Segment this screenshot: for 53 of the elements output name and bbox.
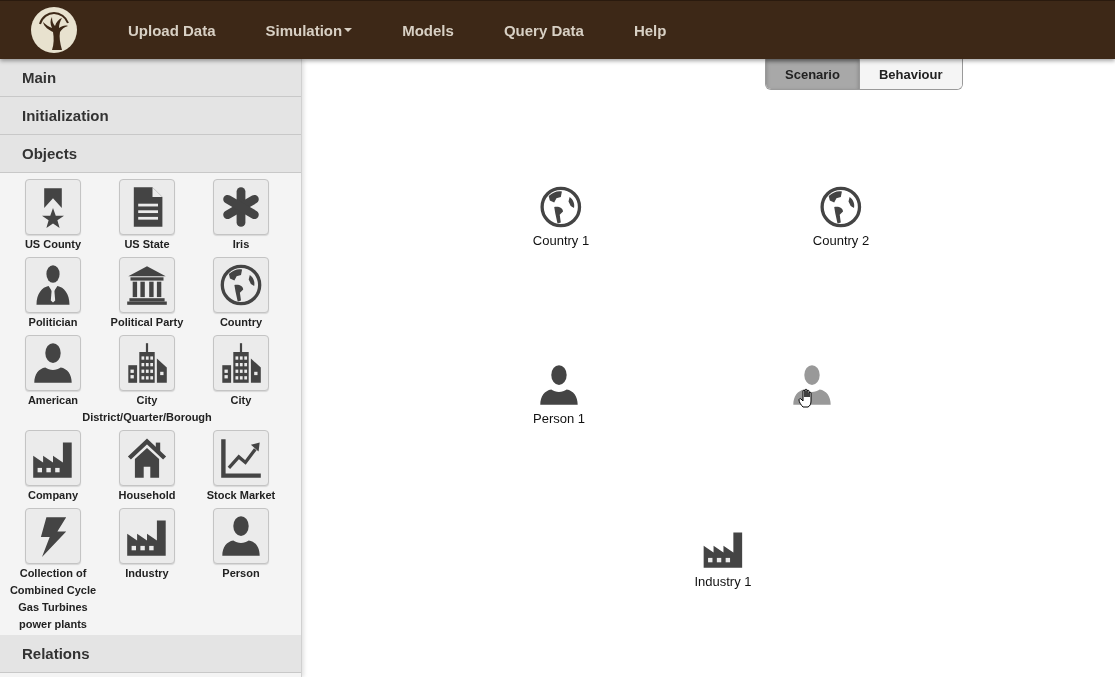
person-icon: [219, 514, 263, 558]
section-header[interactable]: Relations: [0, 635, 301, 673]
object-label: Industry: [125, 566, 169, 581]
object-label: US County: [24, 237, 82, 252]
node-label: Country 2: [812, 233, 870, 248]
nav-link[interactable]: Simulation: [265, 21, 353, 39]
section-header[interactable]: Initialization: [0, 97, 301, 135]
object-tile[interactable]: [25, 508, 81, 564]
section-header[interactable]: Objects: [0, 135, 301, 173]
object-tile[interactable]: [25, 257, 81, 313]
object-tile[interactable]: [119, 335, 175, 391]
object-label: Person: [222, 566, 260, 581]
nav-link[interactable]: Query Data: [503, 21, 584, 39]
object-tile[interactable]: [213, 179, 269, 235]
object-tile[interactable]: [213, 257, 269, 313]
node-label: Country 1: [532, 233, 590, 248]
tree-logo[interactable]: [30, 6, 78, 54]
object-tile[interactable]: [213, 430, 269, 486]
tab[interactable]: Behaviour: [858, 59, 962, 89]
object-label: US State: [124, 237, 170, 252]
object-label: Household: [118, 488, 176, 503]
person-icon: [31, 341, 75, 385]
object-tile[interactable]: [25, 179, 81, 235]
object-label: American: [27, 393, 79, 408]
object-tile[interactable]: [119, 508, 175, 564]
tab[interactable]: Scenario: [766, 59, 859, 89]
object-tile[interactable]: [25, 335, 81, 391]
object-label: Iris: [232, 237, 250, 252]
object-label: Politician: [28, 315, 78, 330]
globe-icon: [219, 263, 263, 307]
node-label: Person 1: [533, 411, 585, 426]
nav-link[interactable]: Models: [402, 21, 454, 39]
object-tile[interactable]: [119, 257, 175, 313]
object-label: Stock Market: [206, 488, 276, 503]
section-header[interactable]: Main: [0, 59, 301, 97]
object-label: City District/Quarter/Borough: [82, 393, 212, 425]
nav-link[interactable]: Help: [633, 21, 667, 39]
object-label: Country: [219, 315, 263, 330]
object-tile[interactable]: [213, 508, 269, 564]
object-tile[interactable]: [119, 430, 175, 486]
object-label: Collection of Combined Cycle Gas Turbines power plants: [8, 566, 98, 632]
object-label: Political Party: [110, 315, 184, 330]
object-tile[interactable]: [213, 335, 269, 391]
node-label: Industry 1: [694, 574, 752, 589]
house-icon: [125, 436, 169, 480]
object-tile[interactable]: [25, 430, 81, 486]
line-chart-icon: [219, 436, 263, 480]
object-label: Company: [27, 488, 79, 503]
object-label: City: [230, 393, 252, 408]
buildings-icon: [125, 341, 169, 385]
nav-link[interactable]: Upload Data: [128, 21, 216, 39]
buildings-icon: [219, 341, 263, 385]
object-tile[interactable]: [119, 179, 175, 235]
